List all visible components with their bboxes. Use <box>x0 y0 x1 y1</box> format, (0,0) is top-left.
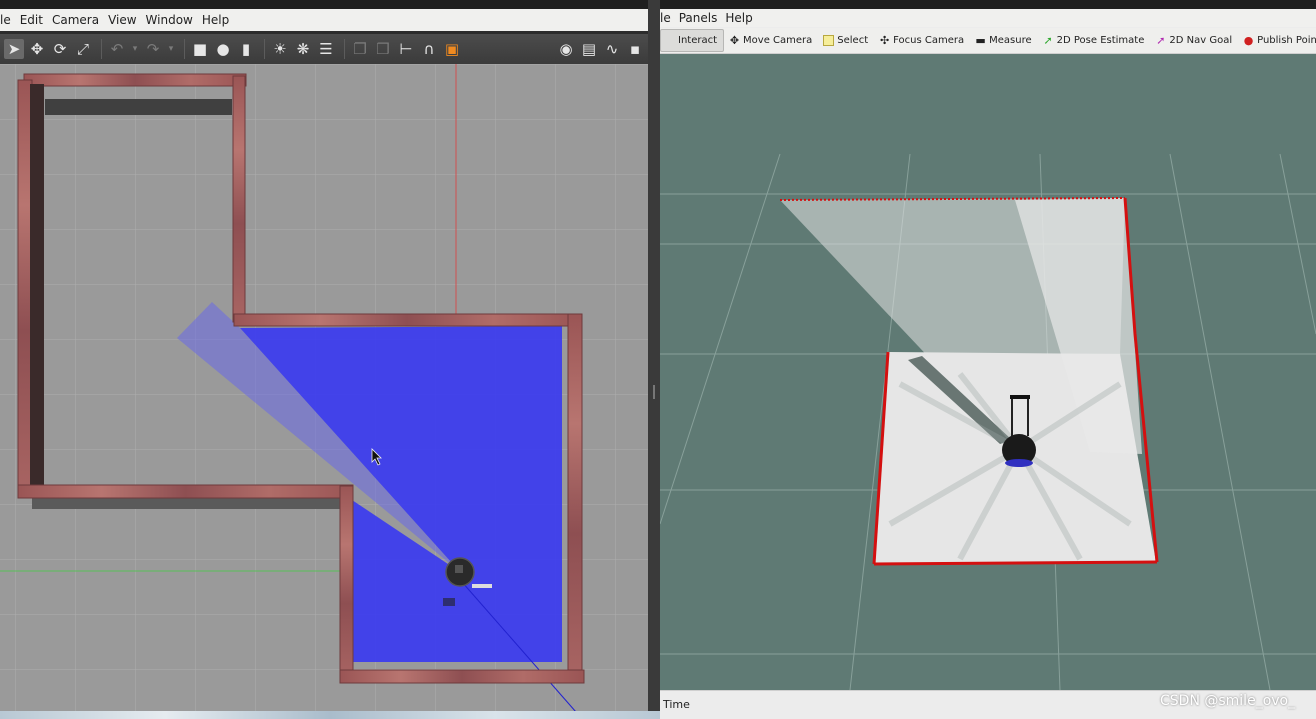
menu-view[interactable]: View <box>108 13 145 27</box>
copy-icon[interactable]: ❐ <box>350 39 370 59</box>
gazebo-menu-bar: le Edit Camera View Window Help <box>0 9 648 31</box>
robot-caster <box>472 584 492 588</box>
scale-icon[interactable]: ⤢ <box>73 39 93 59</box>
paste-icon[interactable]: ❒ <box>373 39 393 59</box>
toolbar-divider <box>101 39 102 59</box>
splitter-grip[interactable] <box>653 385 655 399</box>
tool-label: Interact <box>678 35 718 46</box>
redo-dropdown-icon[interactable]: ▾ <box>166 39 176 59</box>
tool-label: Move Camera <box>743 35 813 46</box>
map-wall-bottom <box>873 560 1158 566</box>
directional-light-icon[interactable]: ☰ <box>316 39 336 59</box>
toolbar-divider <box>344 39 345 59</box>
robot-bumper <box>1005 459 1033 467</box>
sphere-icon[interactable]: ● <box>213 39 233 59</box>
box-icon[interactable]: ■ <box>190 39 210 59</box>
point-light-icon[interactable]: ☀ <box>270 39 290 59</box>
wall-right <box>567 313 583 681</box>
wall-bottom-left <box>17 484 354 499</box>
robot-laser-mast <box>1010 395 1030 399</box>
interact-icon <box>664 35 675 46</box>
tool-label: Measure <box>989 35 1032 46</box>
plot-icon[interactable]: ∿ <box>602 39 622 59</box>
view-angle-icon[interactable]: ▣ <box>442 39 462 59</box>
gazebo-toolbar: ➤ ✥ ⟳ ⤢ ↶ ▾ ↷ ▾ ■ ● ▮ ☀ ❋ ☰ ❐ ❒ ⊢ ∩ ▣ ◉ … <box>0 34 648 64</box>
tool-focus-camera[interactable]: ✣ Focus Camera <box>876 30 970 51</box>
wall-top <box>23 73 247 87</box>
pose-estimate-icon: ➚ <box>1043 34 1053 47</box>
spot-light-icon[interactable]: ❋ <box>293 39 313 59</box>
rviz-title-bar <box>660 0 1316 9</box>
move-camera-icon: ✥ <box>729 34 740 47</box>
time-panel-label: Time <box>663 698 690 711</box>
tool-publish-point[interactable]: ● Publish Point <box>1240 30 1316 51</box>
wall-right-upper <box>232 75 246 323</box>
rviz-tool-bar: Interact ✥ Move Camera Select ✣ Focus Ca… <box>660 28 1316 54</box>
log-icon[interactable]: ▤ <box>579 39 599 59</box>
robot-laser-sensor <box>455 565 463 573</box>
gazebo-title-bar <box>0 0 648 9</box>
menu-file[interactable]: le <box>660 11 679 25</box>
tool-label: 2D Pose Estimate <box>1056 35 1145 46</box>
tool-measure[interactable]: ▬ Measure <box>972 30 1038 51</box>
tool-label: Publish Point <box>1257 35 1316 46</box>
snap-icon[interactable]: ∩ <box>419 39 439 59</box>
wall-step <box>339 485 354 683</box>
menu-camera[interactable]: Camera <box>52 13 108 27</box>
redo-icon[interactable]: ↷ <box>143 39 163 59</box>
nav-goal-icon: ➚ <box>1156 34 1166 47</box>
robot-shadow <box>443 598 455 606</box>
wall-shadow <box>32 497 347 509</box>
tool-2d-nav-goal[interactable]: ➚ 2D Nav Goal <box>1152 30 1238 51</box>
rviz-3d-view[interactable] <box>660 54 1316 690</box>
tool-label: Focus Camera <box>893 35 965 46</box>
window-splitter[interactable] <box>648 0 660 719</box>
tool-move-camera[interactable]: ✥ Move Camera <box>726 30 818 51</box>
select-icon <box>823 35 835 46</box>
wall-middle <box>233 313 581 327</box>
desktop-taskbar <box>0 711 660 719</box>
toolbar-divider <box>184 39 185 59</box>
menu-edit[interactable]: Edit <box>20 13 52 27</box>
measure-icon: ▬ <box>975 34 986 47</box>
align-icon[interactable]: ⊢ <box>396 39 416 59</box>
menu-help[interactable]: Help <box>202 13 238 27</box>
select-arrow-icon[interactable]: ➤ <box>4 39 24 59</box>
publish-point-icon: ● <box>1243 34 1254 47</box>
focus-camera-icon: ✣ <box>880 34 890 47</box>
rviz-menu-bar: le Panels Help <box>660 9 1316 27</box>
menu-help[interactable]: Help <box>725 11 760 25</box>
wall-inner-left-shadow <box>30 84 44 488</box>
toolbar-divider <box>264 39 265 59</box>
cylinder-icon[interactable]: ▮ <box>236 39 256 59</box>
tool-label: 2D Nav Goal <box>1169 35 1233 46</box>
gazebo-3d-viewport[interactable] <box>0 64 648 719</box>
tool-2d-pose-estimate[interactable]: ➚ 2D Pose Estimate <box>1040 30 1151 51</box>
menu-window[interactable]: Window <box>146 13 202 27</box>
menu-file[interactable]: le <box>0 13 20 27</box>
screenshot-icon[interactable]: ◉ <box>556 39 576 59</box>
tool-interact[interactable]: Interact <box>660 29 725 52</box>
gazebo-window: le Edit Camera View Window Help ➤ ✥ ⟳ ⤢ … <box>0 0 648 719</box>
rotate-icon[interactable]: ⟳ <box>50 39 70 59</box>
translate-icon[interactable]: ✥ <box>27 39 47 59</box>
wall-bottom <box>339 669 585 684</box>
undo-icon[interactable]: ↶ <box>107 39 127 59</box>
tool-label: Select <box>837 35 869 46</box>
menu-panels[interactable]: Panels <box>679 11 726 25</box>
tool-select[interactable]: Select <box>820 30 874 51</box>
undo-dropdown-icon[interactable]: ▾ <box>130 39 140 59</box>
wall-left <box>17 79 33 499</box>
wall-shadow <box>45 99 232 115</box>
watermark: CSDN @smile_ovo_ <box>1160 693 1296 709</box>
video-record-icon[interactable]: ▪ <box>625 39 645 59</box>
rviz-window: le Panels Help Interact ✥ Move Camera Se… <box>660 0 1316 719</box>
